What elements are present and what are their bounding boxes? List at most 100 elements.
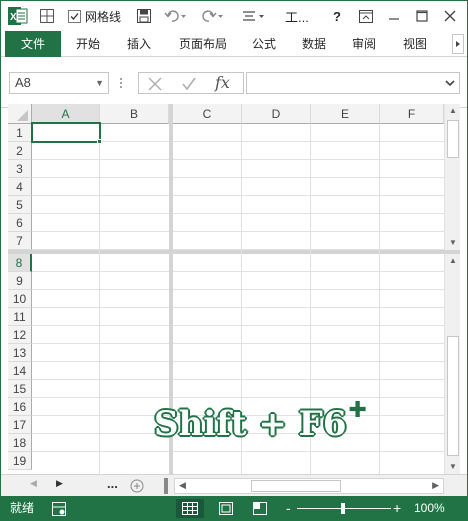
page-layout-icon (219, 502, 233, 515)
row-header-13[interactable]: 13 (8, 344, 32, 362)
normal-view-icon (182, 502, 198, 515)
align-icon[interactable] (242, 6, 266, 26)
row-header-15[interactable]: 15 (8, 380, 32, 398)
scroll-up-icon[interactable]: ▲ (445, 254, 461, 268)
column-header-a[interactable]: A (32, 104, 100, 124)
scrollbar-thumb[interactable] (447, 336, 459, 456)
vertical-scrollbar-top[interactable]: ▲ ▼ (444, 104, 460, 250)
prev-sheet-icon[interactable]: ◀ (30, 478, 37, 489)
macro-record-icon[interactable] (52, 502, 66, 516)
row-header-6[interactable]: 6 (8, 214, 32, 232)
minimize-icon[interactable] (388, 6, 400, 26)
gridline (32, 361, 444, 362)
name-box[interactable]: A8 ▼ (9, 72, 109, 94)
row-header-4[interactable]: 4 (8, 178, 32, 196)
row-header-11[interactable]: 11 (8, 308, 32, 326)
resize-handle-icon[interactable] (119, 75, 123, 91)
column-header-e[interactable]: E (311, 104, 380, 124)
gridline (32, 249, 444, 250)
row-header-7[interactable]: 7 (8, 232, 32, 250)
scroll-down-icon[interactable]: ▼ (445, 460, 461, 474)
formula-input[interactable] (246, 72, 460, 94)
table-icon[interactable] (40, 6, 54, 26)
row-header-18[interactable]: 18 (8, 434, 32, 452)
scroll-up-icon[interactable]: ▲ (445, 104, 461, 118)
row-header-5[interactable]: 5 (8, 196, 32, 214)
gridline (32, 343, 444, 344)
gridline (32, 289, 444, 290)
title-bar: X 网格线 工... ? (0, 0, 468, 31)
row-header-14[interactable]: 14 (8, 362, 32, 380)
zoom-out-button[interactable]: - (286, 496, 291, 521)
zoom-slider-thumb[interactable] (341, 503, 345, 514)
row-header-16[interactable]: 16 (8, 398, 32, 416)
ribbon-display-options-icon[interactable] (359, 6, 373, 26)
tab-page-layout[interactable]: 页面布局 (173, 31, 233, 57)
page-break-icon (253, 502, 267, 515)
cancel-icon[interactable] (147, 76, 163, 92)
fill-handle[interactable] (97, 139, 102, 144)
scrollbar-thumb[interactable] (251, 480, 341, 492)
select-all-corner[interactable] (8, 104, 32, 124)
help-icon[interactable]: ? (333, 6, 341, 26)
row-header-3[interactable]: 3 (8, 160, 32, 178)
tab-home[interactable]: 开始 (66, 31, 110, 57)
close-icon[interactable] (444, 6, 456, 26)
chevron-down-icon[interactable]: ▼ (95, 73, 104, 93)
active-cell[interactable] (31, 122, 101, 143)
svg-text:X: X (10, 12, 17, 23)
maximize-icon[interactable] (416, 6, 428, 26)
zoom-in-button[interactable]: + (393, 496, 401, 521)
row-header-12[interactable]: 12 (8, 326, 32, 344)
tab-file[interactable]: 文件 (5, 31, 61, 57)
redo-icon[interactable] (201, 6, 223, 26)
tab-split-handle[interactable] (164, 478, 168, 494)
tab-insert[interactable]: 插入 (117, 31, 161, 57)
tab-formulas[interactable]: 公式 (242, 31, 286, 57)
excel-logo-icon[interactable]: X (8, 6, 28, 26)
expand-formula-bar-icon[interactable] (445, 79, 455, 87)
scroll-down-icon[interactable]: ▼ (445, 236, 461, 250)
tab-view[interactable]: 视图 (393, 31, 437, 57)
gridline (32, 213, 444, 214)
column-header-d[interactable]: D (242, 104, 311, 124)
save-icon[interactable] (137, 6, 151, 26)
row-header-10[interactable]: 10 (8, 290, 32, 308)
enter-check-icon[interactable] (181, 76, 197, 92)
scroll-right-icon[interactable]: ▶ (432, 480, 439, 491)
zoom-level[interactable]: 100% (414, 496, 445, 521)
normal-view-button[interactable] (176, 499, 204, 518)
column-header-f[interactable]: F (380, 104, 444, 124)
insert-function-icon[interactable]: fx (215, 73, 230, 92)
tab-data[interactable]: 数据 (292, 31, 336, 57)
row-header-9[interactable]: 9 (8, 272, 32, 290)
gridline (99, 124, 100, 474)
scroll-left-icon[interactable]: ◀ (179, 480, 186, 491)
page-break-view-button[interactable] (246, 499, 274, 518)
horizontal-scrollbar[interactable]: ◀ ▶ (174, 478, 444, 494)
vertical-scrollbar-bottom[interactable]: ▲ ▼ (444, 254, 460, 474)
row-header-1[interactable]: 1 (8, 124, 32, 142)
gridline (32, 307, 444, 308)
zoom-slider[interactable] (297, 503, 391, 514)
gridline (32, 231, 444, 232)
gridlines-checkbox[interactable]: 网格线 (68, 6, 121, 26)
row-header-17[interactable]: 17 (8, 416, 32, 434)
row-header-2[interactable]: 2 (8, 142, 32, 160)
row-header-19[interactable]: 19 (8, 452, 32, 470)
page-layout-view-button[interactable] (212, 499, 240, 518)
new-sheet-icon[interactable] (130, 479, 144, 493)
next-sheet-icon[interactable]: ▶ (56, 478, 63, 489)
chevron-right-icon (456, 41, 460, 47)
undo-icon[interactable] (164, 6, 186, 26)
more-sheets-icon[interactable]: ... (107, 476, 118, 491)
tab-review[interactable]: 审阅 (342, 31, 386, 57)
horizontal-split-bar[interactable] (8, 250, 460, 254)
shortcut-overlay: Shift + F6✚ (154, 398, 367, 444)
scrollbar-thumb[interactable] (447, 120, 459, 158)
ribbon-scroll-right-button[interactable] (452, 34, 464, 54)
column-header-b[interactable]: B (100, 104, 169, 124)
column-header-c[interactable]: C (173, 104, 242, 124)
cursor-plus-icon: ✚ (348, 398, 367, 423)
row-header-8[interactable]: 8 (8, 254, 32, 272)
